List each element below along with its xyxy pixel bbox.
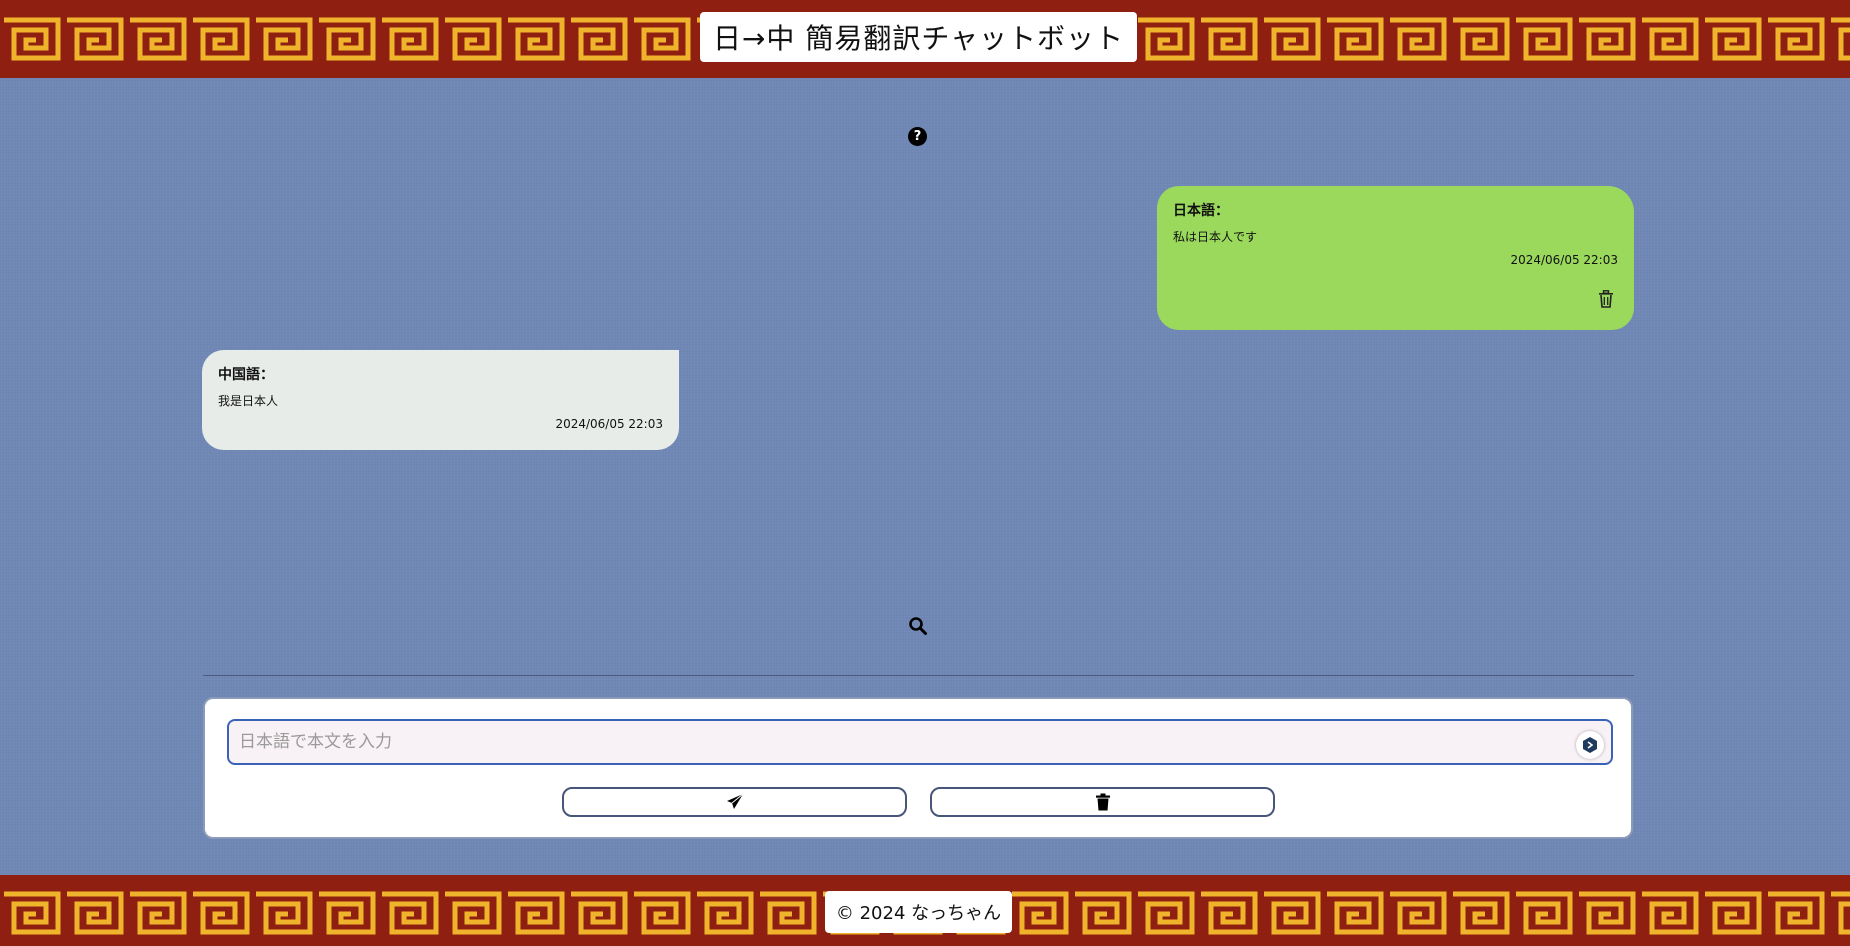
trash-icon[interactable]: [1598, 290, 1614, 308]
paper-plane-icon: [726, 793, 743, 809]
search-icon[interactable]: [908, 616, 928, 636]
clear-button[interactable]: [930, 787, 1275, 817]
help-icon[interactable]: ?: [908, 127, 927, 146]
footer-copyright: © 2024 なっちゃん: [825, 891, 1012, 933]
divider: [203, 675, 1634, 676]
message-bubble-japanese: 日本語： 私は日本人です 2024/06/05 22:03: [1157, 186, 1634, 330]
input-panel: [203, 697, 1633, 839]
assist-icon[interactable]: [1576, 731, 1604, 759]
message-bubble-chinese: 中国語： 我是日本人 2024/06/05 22:03: [202, 350, 679, 450]
message-input[interactable]: [227, 719, 1613, 765]
send-button[interactable]: [562, 787, 907, 817]
message-text: 私は日本人です: [1173, 230, 1258, 244]
message-timestamp: 2024/06/05 22:03: [1510, 253, 1618, 267]
message-language-label: 中国語：: [218, 367, 274, 383]
message-timestamp: 2024/06/05 22:03: [555, 417, 663, 431]
trash-icon: [1095, 793, 1110, 811]
message-language-label: 日本語：: [1173, 203, 1229, 219]
message-text: 我是日本人: [218, 394, 279, 408]
page-title: 日→中 簡易翻訳チャットボット: [700, 12, 1137, 62]
assist-glyph-icon: [1583, 737, 1597, 753]
